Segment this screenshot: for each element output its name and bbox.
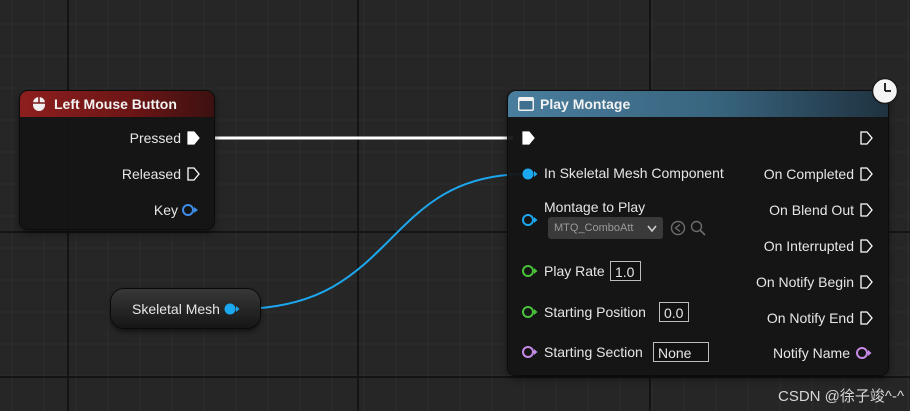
play-montage-node[interactable]: Play Montage In Skeletal Mesh Component … bbox=[508, 91, 888, 375]
skeletal-mesh-output-pin[interactable] bbox=[224, 302, 240, 316]
skeletal-mesh-node[interactable]: Skeletal Mesh bbox=[111, 289, 260, 328]
skeletal-mesh-wire[interactable] bbox=[237, 173, 528, 310]
pressed-label: Pressed bbox=[129, 130, 181, 146]
starting-section-pin[interactable] bbox=[521, 345, 539, 359]
key-label: Key bbox=[153, 202, 178, 218]
starting-section-input[interactable]: None bbox=[653, 342, 709, 362]
on-blend-out-pin[interactable] bbox=[859, 202, 873, 218]
browse-asset-icon[interactable] bbox=[690, 220, 706, 236]
use-selected-asset-icon[interactable] bbox=[670, 220, 686, 236]
on-notify-begin-pin[interactable] bbox=[859, 274, 873, 290]
mouse-icon bbox=[33, 97, 45, 111]
on-notify-begin-label: On Notify Begin bbox=[755, 274, 854, 290]
notify-name-pin[interactable] bbox=[855, 346, 873, 360]
play-rate-pin[interactable] bbox=[521, 264, 539, 278]
montage-asset-dropdown[interactable]: MTQ_ComboAtt bbox=[548, 217, 663, 239]
left-mouse-button-node[interactable]: Left Mouse Button Pressed Released Key bbox=[20, 91, 214, 229]
on-completed-label: On Completed bbox=[763, 166, 854, 182]
on-completed-pin[interactable] bbox=[859, 166, 873, 182]
on-interrupted-label: On Interrupted bbox=[763, 238, 854, 254]
montage-asset-value: MTQ_ComboAtt bbox=[554, 222, 634, 234]
watermark: CSDN @徐子竣^-^ bbox=[778, 388, 904, 405]
on-notify-end-label: On Notify End bbox=[766, 310, 854, 326]
starting-position-label: Starting Position bbox=[544, 304, 646, 320]
on-interrupted-pin[interactable] bbox=[859, 238, 873, 254]
chevron-down-icon bbox=[647, 225, 657, 233]
on-blend-out-label: On Blend Out bbox=[769, 202, 854, 218]
clock-icon bbox=[871, 77, 899, 105]
montage-to-play-label: Montage to Play bbox=[544, 199, 646, 215]
play-rate-input[interactable]: 1.0 bbox=[610, 261, 641, 281]
exec-in-pin[interactable] bbox=[521, 130, 535, 146]
pressed-exec-pin[interactable] bbox=[186, 130, 200, 146]
released-exec-pin[interactable] bbox=[186, 166, 200, 182]
skeletal-mesh-component-label: In Skeletal Mesh Component bbox=[544, 165, 724, 181]
starting-position-pin[interactable] bbox=[521, 305, 539, 319]
released-label: Released bbox=[121, 166, 181, 182]
play-rate-label: Play Rate bbox=[544, 263, 605, 279]
exec-out-pin[interactable] bbox=[859, 130, 873, 146]
function-icon bbox=[518, 97, 534, 111]
starting-section-label: Starting Section bbox=[544, 344, 643, 360]
node-title: Left Mouse Button bbox=[54, 96, 177, 112]
montage-to-play-pin[interactable] bbox=[521, 213, 539, 227]
node-title: Play Montage bbox=[540, 96, 631, 112]
starting-position-input[interactable]: 0.0 bbox=[659, 302, 689, 322]
on-notify-end-pin[interactable] bbox=[859, 310, 873, 326]
key-struct-pin[interactable] bbox=[181, 203, 199, 217]
skeletal-mesh-label: Skeletal Mesh bbox=[132, 301, 220, 317]
skeletal-mesh-component-pin[interactable] bbox=[521, 167, 539, 181]
notify-name-label: Notify Name bbox=[772, 345, 850, 361]
